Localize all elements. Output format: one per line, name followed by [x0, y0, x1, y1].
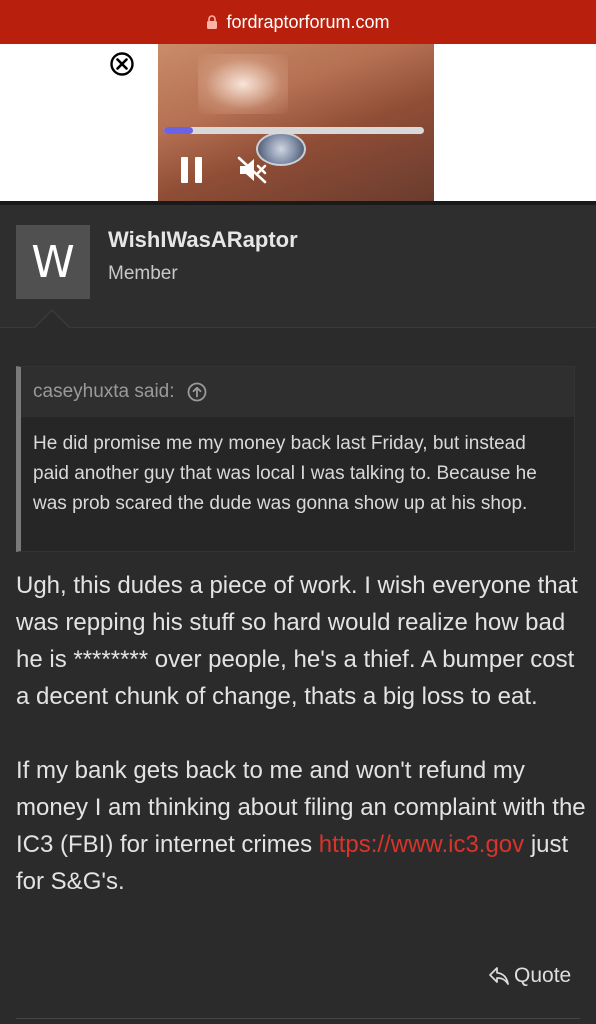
header-pointer-fill: [35, 311, 69, 328]
reply-arrow-icon: [489, 967, 509, 985]
video-progress-bar[interactable]: [164, 127, 424, 134]
url-text: fordraptorforum.com: [226, 11, 390, 32]
post-message: Ugh, this dudes a piece of work. I wish …: [16, 567, 586, 900]
arrow-up-circle-icon[interactable]: [187, 382, 207, 402]
post-author-header: W WishIWasARaptor Member: [0, 205, 596, 328]
post-footer-divider: [16, 1018, 580, 1019]
quote-button-label: Quote: [514, 964, 572, 987]
video-frame-glare: [198, 54, 288, 114]
message-paragraph-2: If my bank gets back to me and won't ref…: [16, 752, 586, 900]
lock-icon: [207, 15, 218, 29]
pause-icon[interactable]: [180, 156, 204, 184]
quote-author: caseyhuxta said:: [33, 381, 175, 402]
ad-video-player[interactable]: [158, 44, 434, 201]
user-role: Member: [108, 263, 178, 284]
quoted-message: caseyhuxta said: He did promise me my mo…: [16, 366, 575, 552]
close-ad-icon[interactable]: [110, 52, 134, 76]
avatar[interactable]: W: [16, 225, 90, 299]
muted-speaker-icon[interactable]: [236, 154, 268, 186]
quote-button[interactable]: Quote: [488, 964, 571, 988]
address-bar[interactable]: fordraptorforum.com: [0, 0, 596, 44]
video-progress-fill: [164, 127, 193, 134]
quote-text: He did promise me my money back last Fri…: [33, 433, 537, 514]
ic3-link[interactable]: https://www.ic3.gov: [319, 831, 524, 858]
message-paragraph-1: Ugh, this dudes a piece of work. I wish …: [16, 572, 578, 710]
quote-header[interactable]: caseyhuxta said:: [21, 367, 574, 417]
username[interactable]: WishIWasARaptor: [108, 227, 298, 253]
